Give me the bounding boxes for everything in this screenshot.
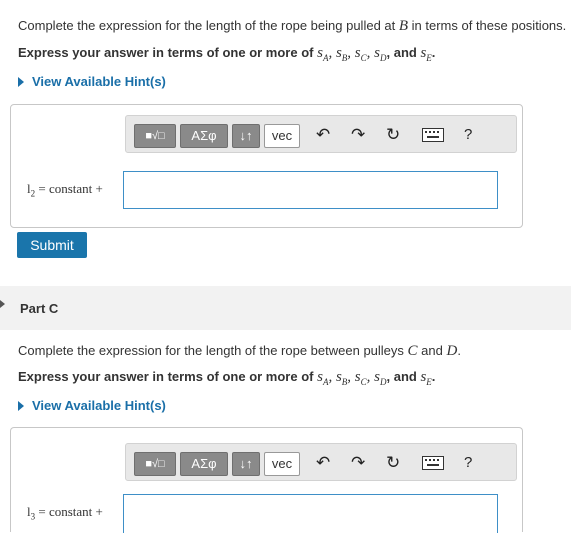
part-b-equation-toolbar: ■√□ ΑΣφ ↓↑ vec ↶ ↷ ↻ ? xyxy=(125,115,517,153)
templates-icon: ■√□ xyxy=(145,458,165,470)
templates-icon: ■√□ xyxy=(145,130,165,142)
part-c-question: Complete the expression for the length o… xyxy=(18,343,461,359)
vector-button[interactable]: vec xyxy=(264,124,300,148)
redo-icon[interactable]: ↷ xyxy=(351,453,365,473)
part-b-question: Complete the expression for the length o… xyxy=(18,18,567,34)
redo-icon[interactable]: ↷ xyxy=(351,125,365,145)
templates-button[interactable]: ■√□ xyxy=(134,124,176,148)
part-b-answer-field[interactable] xyxy=(123,171,498,209)
part-c-hint-toggle[interactable]: View Available Hint(s) xyxy=(18,398,166,413)
subscript-button[interactable]: ↓↑ xyxy=(232,452,260,476)
part-c-answer-field[interactable] xyxy=(123,494,498,533)
reset-icon[interactable]: ↻ xyxy=(386,453,400,473)
greek-button[interactable]: ΑΣφ xyxy=(180,124,228,148)
part-b-instruction: Express your answer in terms of one or m… xyxy=(18,45,436,63)
reset-icon[interactable]: ↻ xyxy=(386,125,400,145)
undo-icon[interactable]: ↶ xyxy=(316,125,330,145)
help-icon[interactable]: ? xyxy=(464,453,472,473)
caret-right-icon xyxy=(18,401,24,411)
part-b-hint-toggle[interactable]: View Available Hint(s) xyxy=(18,74,166,89)
collapse-caret-icon xyxy=(0,300,5,308)
help-icon[interactable]: ? xyxy=(464,125,472,145)
caret-right-icon xyxy=(18,77,24,87)
keyboard-icon[interactable] xyxy=(422,455,444,475)
templates-button[interactable]: ■√□ xyxy=(134,452,176,476)
part-c-header[interactable]: Part C xyxy=(0,286,571,330)
undo-icon[interactable]: ↶ xyxy=(316,453,330,473)
part-c-answer-panel: ■√□ ΑΣφ ↓↑ vec ↶ ↷ ↻ ? l3 = constant + xyxy=(10,427,523,533)
vector-button[interactable]: vec xyxy=(264,452,300,476)
subscript-button[interactable]: ↓↑ xyxy=(232,124,260,148)
part-c-instruction: Express your answer in terms of one or m… xyxy=(18,369,436,387)
part-b-answer-label: l2 = constant + xyxy=(27,181,103,199)
submit-button[interactable]: Submit xyxy=(17,232,87,258)
part-c-equation-toolbar: ■√□ ΑΣφ ↓↑ vec ↶ ↷ ↻ ? xyxy=(125,443,517,481)
keyboard-icon[interactable] xyxy=(422,127,444,147)
part-c-title: Part C xyxy=(20,301,59,316)
part-c-answer-label: l3 = constant + xyxy=(27,504,103,522)
part-b-answer-panel: ■√□ ΑΣφ ↓↑ vec ↶ ↷ ↻ ? l2 = constant + xyxy=(10,104,523,228)
greek-button[interactable]: ΑΣφ xyxy=(180,452,228,476)
